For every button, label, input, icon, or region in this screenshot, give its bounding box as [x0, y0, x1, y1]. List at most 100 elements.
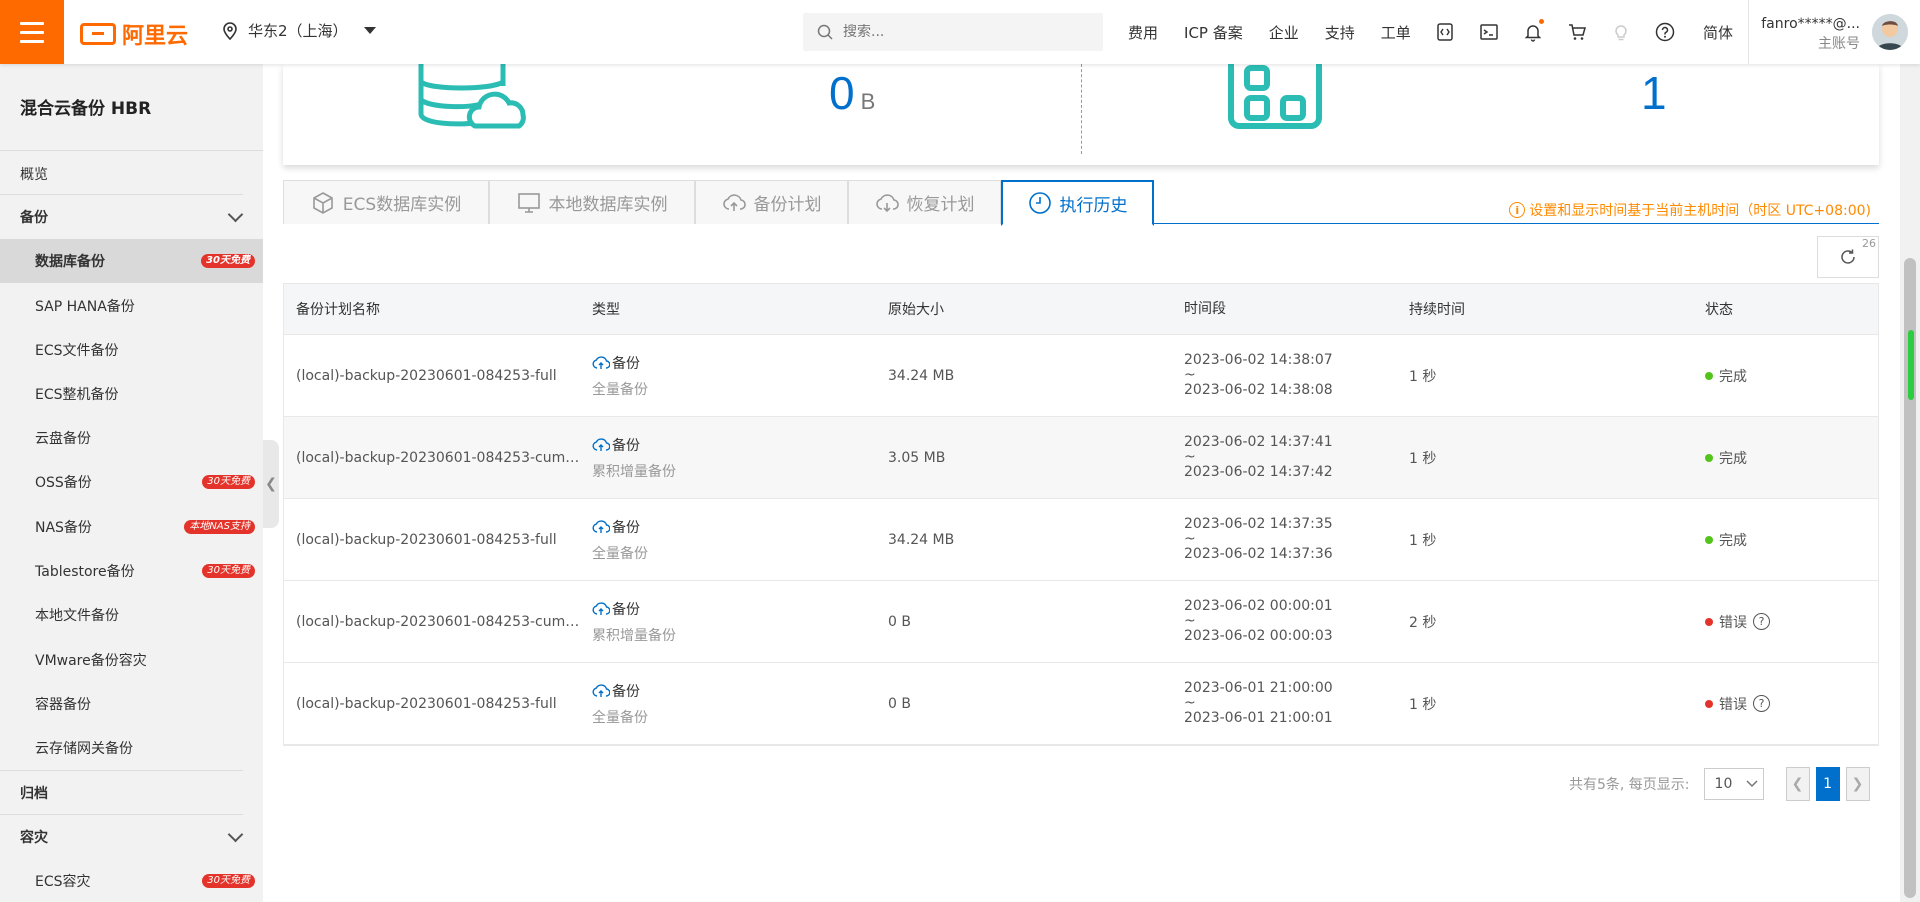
code-icon[interactable]: [1434, 21, 1456, 43]
user-account[interactable]: fanro*****@... 主账号: [1760, 14, 1860, 54]
hamburger-menu-button[interactable]: [0, 0, 64, 64]
sidebar-item-vmware[interactable]: VMware备份容灾: [0, 638, 263, 682]
notification-dot: [1539, 19, 1544, 24]
time-period: 2023-06-02 14:37:35 ~2023-06-02 14:37:36: [1172, 517, 1397, 562]
sidebar-item-nas[interactable]: NAS备份 本地NAS支持: [0, 505, 263, 549]
aliyun-logo[interactable]: 阿里云: [80, 18, 188, 50]
type-label: 备份: [612, 601, 640, 618]
type-cell: 备份 全量备份: [580, 353, 876, 399]
sidebar-item-label: 概览: [20, 167, 48, 183]
cube-icon: [312, 191, 333, 214]
link-enterprise[interactable]: 企业: [1269, 22, 1299, 43]
column-header-period[interactable]: 时间段: [1172, 301, 1397, 317]
terminal-icon[interactable]: [1478, 21, 1500, 43]
time-period: 2023-06-01 21:00:00 ~2023-06-01 21:00:01: [1172, 681, 1397, 726]
sidebar-item-ecs-full[interactable]: ECS整机备份: [0, 372, 263, 416]
sidebar-item-container[interactable]: 容器备份: [0, 682, 263, 726]
plan-name: (local)-backup-20230601-084253-full: [296, 367, 557, 384]
table-row[interactable]: (local)-backup-20230601-084253-full 备份 全…: [284, 499, 1878, 581]
sidebar-item-overview[interactable]: 概览: [0, 152, 263, 196]
cloud-upload-icon: [722, 193, 746, 211]
link-billing[interactable]: 费用: [1128, 22, 1158, 43]
link-ticket[interactable]: 工单: [1381, 22, 1411, 43]
next-page-button[interactable]: ❯: [1845, 767, 1870, 801]
product-title: 混合云备份 HBR: [20, 99, 152, 119]
tab-local-db-instance[interactable]: 本地数据库实例: [489, 180, 695, 224]
sidebar-item-gateway[interactable]: 云存储网关备份: [0, 726, 263, 770]
tab-backup-plan[interactable]: 备份计划: [695, 180, 848, 224]
table-row[interactable]: (local)-backup-20230601-084253-full 备份 全…: [284, 663, 1878, 745]
cloud-download-icon: [875, 193, 899, 212]
cart-icon[interactable]: [1566, 21, 1588, 43]
sidebar-item-local-file[interactable]: 本地文件备份: [0, 593, 263, 637]
global-search[interactable]: [803, 13, 1103, 51]
sidebar-item-tablestore[interactable]: Tablestore备份 30天免费: [0, 549, 263, 593]
error-help-icon[interactable]: ?: [1753, 613, 1770, 630]
search-icon: [817, 24, 833, 40]
tab-execution-history[interactable]: 执行历史: [1001, 180, 1154, 226]
type-cell: 备份 累积增量备份: [580, 599, 876, 645]
sidebar-section-dr[interactable]: 容灾: [0, 815, 263, 859]
column-header-duration[interactable]: 持续时间: [1397, 299, 1693, 319]
duration: 1 秒: [1409, 696, 1437, 713]
column-header-size[interactable]: 原始大小: [876, 299, 1172, 319]
sidebar-item-sap-hana[interactable]: SAP HANA备份: [0, 284, 263, 328]
bell-icon[interactable]: [1522, 19, 1544, 43]
sidebar-collapse-handle[interactable]: ❮: [263, 440, 279, 528]
table-row[interactable]: (local)-backup-20230601-084253-cumul... …: [284, 581, 1878, 663]
tab-restore-plan[interactable]: 恢复计划: [848, 180, 1001, 224]
sidebar-section-backup[interactable]: 备份: [0, 195, 263, 239]
refresh-button[interactable]: 26: [1817, 236, 1879, 278]
monitor-icon: [517, 192, 540, 213]
tab-ecs-db-instance[interactable]: ECS数据库实例: [283, 180, 489, 224]
start-time: 2023-06-02 14:37:41: [1184, 434, 1333, 450]
top-icon-bar: [1434, 0, 1676, 64]
page-number-button[interactable]: 1: [1815, 767, 1840, 801]
caret-down-icon: [363, 27, 376, 34]
link-support[interactable]: 支持: [1325, 22, 1355, 43]
user-role: 主账号: [1818, 36, 1860, 52]
type-cell: 备份 全量备份: [580, 681, 876, 727]
lightbulb-icon[interactable]: [1610, 21, 1632, 43]
prev-page-button[interactable]: ❮: [1785, 767, 1810, 801]
free-badge: 30天免费: [201, 254, 255, 268]
column-header-name[interactable]: 备份计划名称: [284, 299, 580, 319]
sidebar-item-ecs-file[interactable]: ECS文件备份: [0, 328, 263, 372]
table-row[interactable]: (local)-backup-20230601-084253-cumul... …: [284, 417, 1878, 499]
pagination: 共有5条, 每页显示: 10 ❮ 1 ❯: [1569, 767, 1870, 801]
subtype-label: 累积增量备份: [592, 463, 676, 480]
sidebar-item-database-backup[interactable]: 数据库备份 30天免费: [0, 239, 263, 283]
free-badge: 30天免费: [202, 874, 255, 888]
region-selector[interactable]: 华东2（上海）: [222, 20, 376, 41]
avatar[interactable]: [1872, 14, 1908, 50]
sidebar-item-disk[interactable]: 云盘备份: [0, 416, 263, 460]
cloud-upload-icon: [592, 601, 610, 615]
status-dot: [1705, 535, 1713, 544]
language-switch[interactable]: 简体: [1703, 22, 1733, 43]
sidebar-item-oss[interactable]: OSS备份 30天免费: [0, 460, 263, 504]
error-help-icon[interactable]: ?: [1753, 695, 1770, 712]
sidebar-item-ecs-dr[interactable]: ECS容灾 30天免费: [0, 859, 263, 902]
chevron-down-icon: [1746, 780, 1758, 788]
time-separator: ~: [1184, 531, 1196, 547]
status-dot: [1705, 617, 1713, 626]
link-icp[interactable]: ICP 备案: [1184, 22, 1243, 43]
sidebar-section-archive[interactable]: 归档: [0, 771, 263, 815]
type-label: 备份: [612, 355, 640, 372]
time-separator: ~: [1184, 367, 1196, 383]
sidebar-item-label: SAP HANA备份: [35, 299, 135, 315]
table-row[interactable]: (local)-backup-20230601-084253-full 备份 全…: [284, 335, 1878, 417]
free-badge: 30天免费: [202, 564, 255, 578]
type-label: 备份: [612, 437, 640, 454]
page-size-select[interactable]: 10: [1703, 768, 1764, 800]
column-header-type[interactable]: 类型: [580, 299, 876, 319]
tab-bar: ECS数据库实例 本地数据库实例 备份计划 恢复计划 执行历史 i 设置和显示时…: [283, 180, 1879, 226]
column-header-status[interactable]: 状态: [1693, 299, 1878, 319]
status-cell: 错误?: [1693, 612, 1878, 632]
time-separator: ~: [1184, 613, 1196, 629]
location-pin-icon: [223, 21, 237, 40]
help-icon[interactable]: [1654, 21, 1676, 43]
top-links: 费用 ICP 备案 企业 支持 工单: [1128, 0, 1437, 64]
end-time: 2023-06-02 14:37:36: [1184, 546, 1333, 562]
search-input[interactable]: [843, 24, 1083, 40]
